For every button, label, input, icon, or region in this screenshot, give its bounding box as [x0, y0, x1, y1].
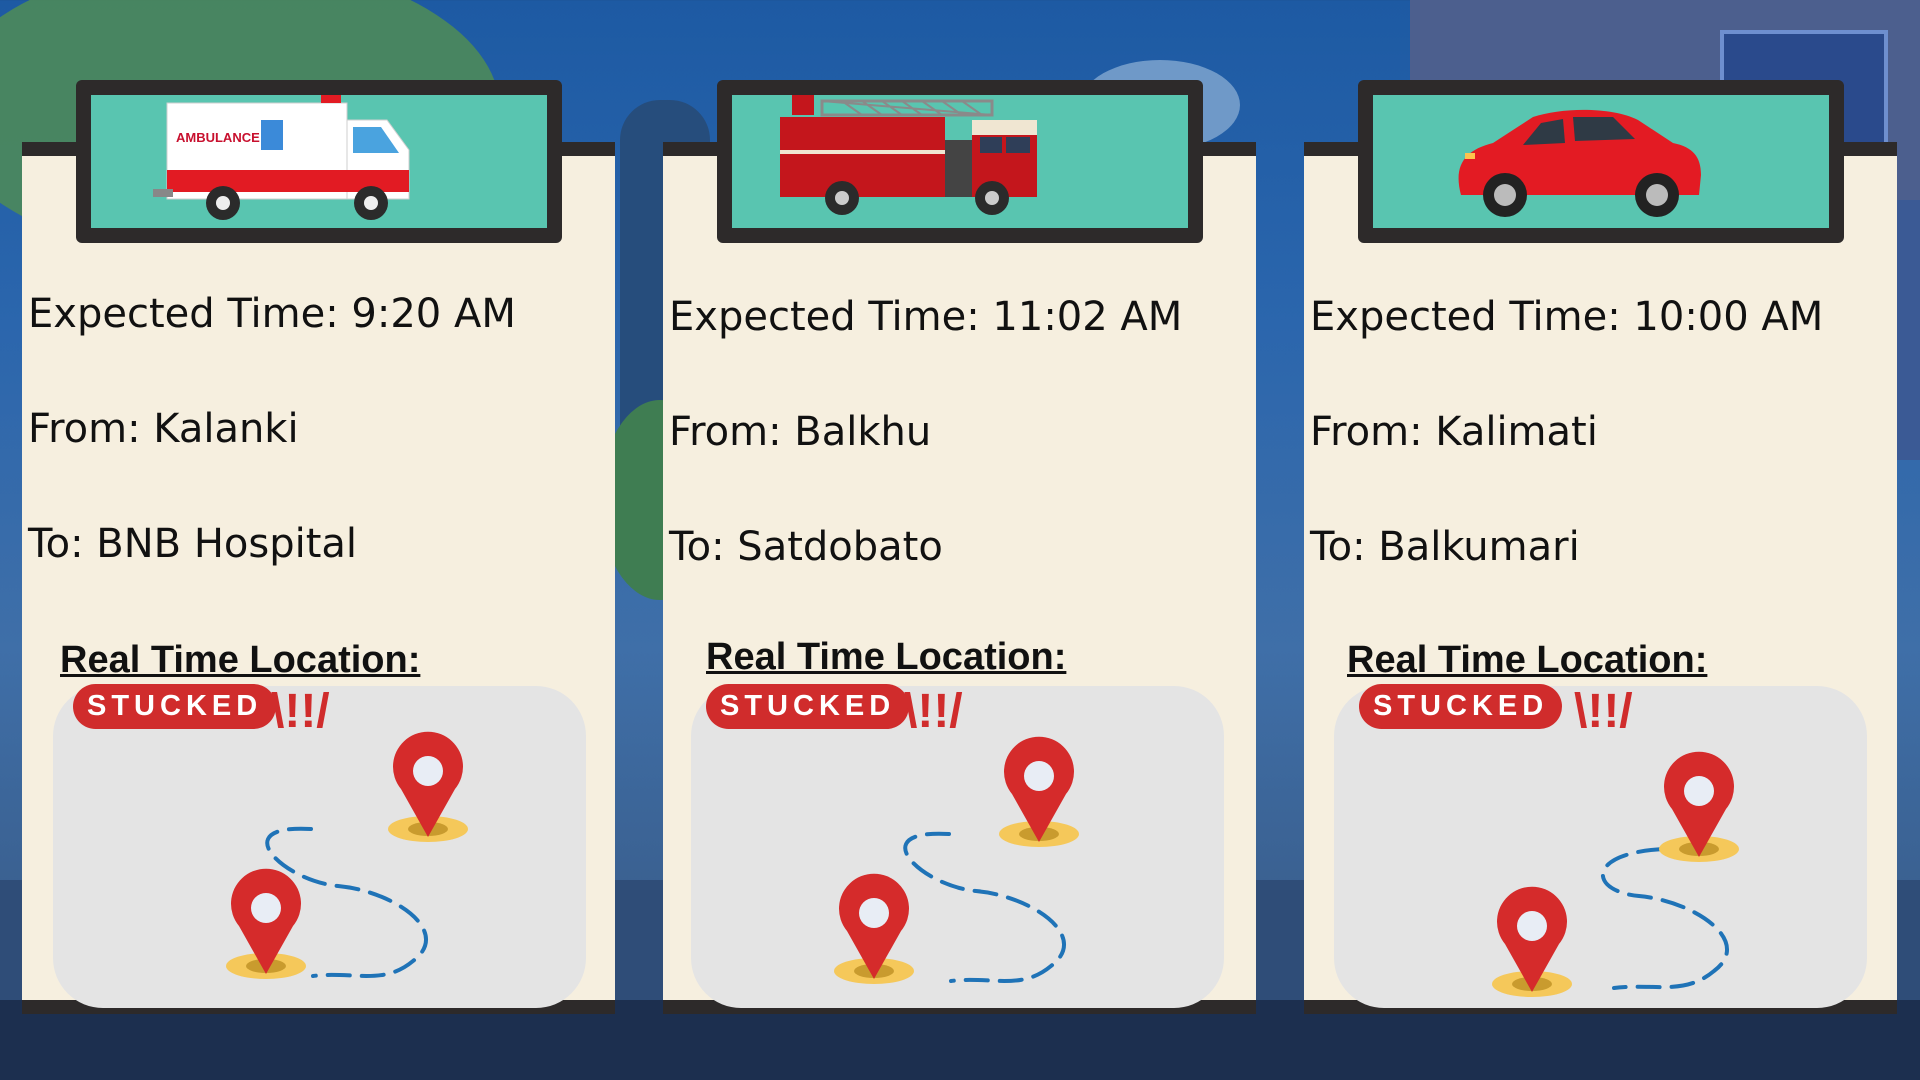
- fire-truck-icon: [780, 95, 1037, 215]
- alert-icon: \!!/: [1574, 685, 1633, 738]
- vehicle-image-frame: [1358, 80, 1844, 243]
- status-badge: STUCKED: [73, 684, 277, 729]
- alert-icon: \!!/: [904, 685, 963, 738]
- to-location: To: BNB Hospital: [28, 521, 358, 567]
- expected-time: Expected Time: 9:20 AM: [28, 291, 516, 337]
- status-badge: STUCKED: [706, 684, 910, 729]
- to-location: To: Satdobato: [669, 524, 943, 570]
- from-location: From: Balkhu: [669, 409, 932, 455]
- real-time-map[interactable]: STUCKED \!!/: [1334, 684, 1867, 1008]
- alert-icon: \!!/: [271, 685, 330, 738]
- real-time-location-heading: Real Time Location:: [60, 639, 421, 681]
- expected-time: Expected Time: 10:00 AM: [1310, 294, 1824, 340]
- ambulance-icon: AMBULANCE: [153, 95, 410, 220]
- vehicle-image-frame: [717, 80, 1203, 243]
- vehicle-card-car[interactable]: Expected Time: 10:00 AM From: Kalimati T…: [1304, 142, 1897, 1014]
- status-badge: STUCKED: [1359, 684, 1563, 729]
- real-time-map[interactable]: STUCKED \!!/: [53, 684, 586, 1008]
- from-location: From: Kalimati: [1310, 409, 1598, 455]
- from-location: From: Kalanki: [28, 406, 299, 452]
- real-time-location-heading: Real Time Location:: [706, 636, 1067, 678]
- real-time-map[interactable]: STUCKED \!!/: [691, 684, 1224, 1008]
- vehicle-card-ambulance[interactable]: Expected Time: 9:20 AM From: Kalanki To:…: [22, 142, 615, 1014]
- real-time-location-heading: Real Time Location:: [1347, 639, 1708, 681]
- vehicle-image-frame: AMBULANCE: [76, 80, 562, 243]
- to-location: To: Balkumari: [1310, 524, 1580, 570]
- svg-text:AMBULANCE: AMBULANCE: [176, 130, 260, 145]
- expected-time: Expected Time: 11:02 AM: [669, 294, 1183, 340]
- car-icon: [1458, 109, 1701, 217]
- vehicle-card-fire-truck[interactable]: Expected Time: 11:02 AM From: Balkhu To:…: [663, 142, 1256, 1014]
